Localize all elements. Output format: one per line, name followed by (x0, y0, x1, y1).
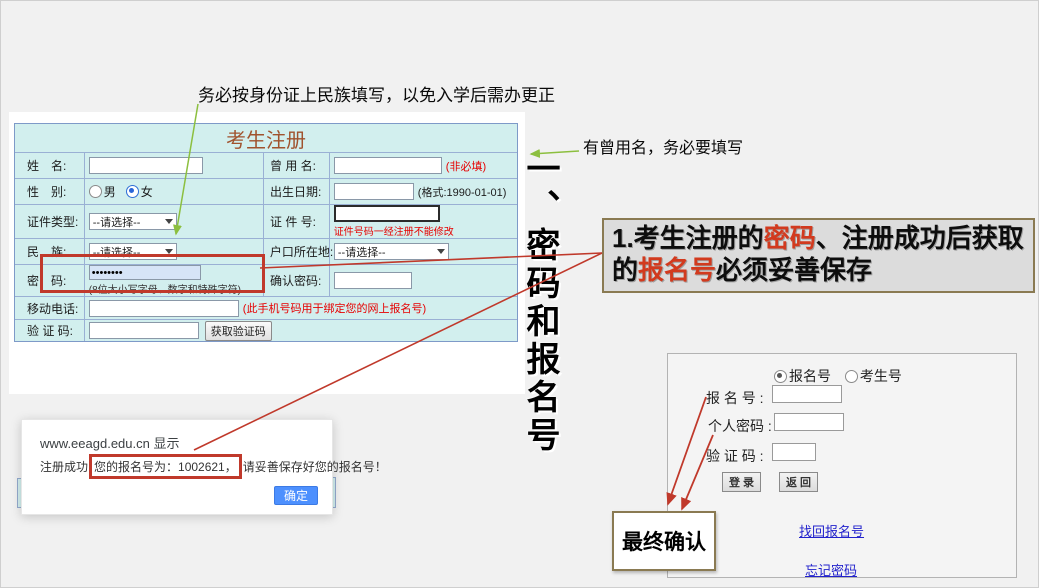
login-regno-label: 报 名 号 : (706, 388, 764, 408)
mobile-note: (此手机号码用于绑定您的网上报名号) (243, 300, 426, 316)
login-button[interactable]: 登 录 (722, 472, 761, 492)
callout-text: 必须妥善保存 (716, 255, 872, 285)
alert-dialog: www.eeagd.edu.cn 显示 注册成功您的报名号为：1002621，请… (21, 419, 333, 515)
alert-message-regno: 您的报名号为：1002621， (94, 460, 237, 474)
female-radio-label: 女 (141, 183, 153, 200)
hukou-select-value: --请选择-- (338, 244, 386, 260)
alert-dialog-title: www.eeagd.edu.cn 显示 (40, 433, 179, 452)
alert-message-prefix: 注册成功 (40, 460, 88, 474)
ethnicity-annotation: 务必按身份证上民族填写，以免入学后需办更正 (198, 81, 555, 106)
examno-radio-label: 考生号 (860, 368, 902, 384)
vertical-section-title: 一、密码和报名号 (523, 151, 557, 455)
final-confirm-box: 最终确认 (612, 511, 716, 571)
name-row: 姓 名: 曾 用 名: (非必填) (15, 152, 517, 178)
former-name-label: 曾 用 名: (263, 153, 329, 178)
login-captcha-label: 验 证 码 : (706, 446, 764, 466)
callout-text: 1.考生注册的 (612, 223, 764, 253)
get-captcha-button[interactable]: 获取验证码 (205, 321, 272, 341)
male-radio[interactable] (89, 185, 102, 198)
find-regno-link[interactable]: 找回报名号 (799, 521, 864, 540)
mobile-input[interactable] (89, 300, 239, 317)
regno-highlight-rect: 您的报名号为：1002621， (89, 454, 242, 479)
id-no-input[interactable] (334, 205, 440, 222)
login-password-input[interactable] (774, 413, 844, 431)
id-type-select[interactable]: --请选择-- (89, 213, 177, 230)
login-panel: 报名号 考生号 报 名 号 : 个人密码 : 验 证 码 : 登 录 返 回 找… (667, 353, 1017, 578)
mobile-label: 移动电话: (15, 297, 84, 319)
captcha-row: 验 证 码: 获取验证码 (15, 319, 517, 341)
login-regno-input[interactable] (772, 385, 842, 403)
alert-dialog-message: 注册成功您的报名号为：1002621， 请妥善保存好您的报名号！ (40, 454, 387, 479)
former-name-note: (非必填) (446, 158, 486, 174)
alert-message-suffix: 请妥善保存好您的报名号！ (243, 460, 387, 474)
callout-text-regno: 报名号 (638, 255, 716, 285)
former-name-input[interactable] (334, 157, 442, 174)
ok-button[interactable]: 确定 (274, 486, 318, 505)
id-type-label: 证件类型: (15, 205, 84, 238)
callout-text-password: 密码 (764, 223, 816, 253)
back-button[interactable]: 返 回 (779, 472, 818, 492)
name-label: 姓 名: (15, 153, 84, 178)
registration-form: 考生注册 姓 名: 曾 用 名: (非必填) 性 别: 男 女 出生日期: (格… (14, 123, 518, 342)
hukou-label: 户口所在地: (263, 239, 329, 264)
id-type-select-value: --请选择-- (93, 214, 141, 230)
id-no-note: 证件号码一经注册不能修改 (334, 223, 454, 238)
captcha-label: 验 证 码: (15, 320, 84, 341)
name-input[interactable] (89, 157, 203, 174)
chevron-down-icon (165, 219, 173, 224)
id-no-label: 证 件 号: (263, 205, 329, 238)
dob-input[interactable] (334, 183, 414, 200)
form-title: 考生注册 (15, 124, 517, 152)
login-captcha-input[interactable] (772, 443, 816, 461)
confirm-password-input[interactable] (334, 272, 412, 289)
gender-row: 性 别: 男 女 出生日期: (格式:1990-01-01) (15, 178, 517, 204)
gender-label: 性 别: (15, 179, 84, 204)
chevron-down-icon (437, 249, 445, 254)
examno-radio[interactable] (845, 370, 858, 383)
login-password-label: 个人密码 : (708, 416, 772, 436)
callout-box: 1.考生注册的密码、注册成功后获取的报名号必须妥善保存 (602, 218, 1035, 293)
female-radio[interactable] (126, 185, 139, 198)
captcha-input[interactable] (89, 322, 199, 339)
dob-format-note: (格式:1990-01-01) (418, 184, 507, 200)
dob-label: 出生日期: (263, 179, 329, 204)
forgot-password-link[interactable]: 忘记密码 (805, 560, 857, 579)
login-type-radios: 报名号 考生号 (774, 366, 912, 386)
former-name-annotation: 有曾用名，务必要填写 (583, 134, 743, 158)
hukou-select[interactable]: --请选择-- (334, 243, 449, 260)
male-radio-label: 男 (104, 183, 116, 200)
mobile-row: 移动电话: (此手机号码用于绑定您的网上报名号) (15, 296, 517, 319)
regno-radio-label: 报名号 (789, 368, 831, 384)
password-highlight-rect (40, 254, 265, 293)
tutorial-slide: 务必按身份证上民族填写，以免入学后需办更正 有曾用名，务必要填写 考生注册 姓 … (0, 0, 1039, 588)
confirm-password-label: 确认密码: (263, 265, 329, 296)
id-row: 证件类型: --请选择-- 证 件 号: 证件号码一经注册不能修改 (15, 204, 517, 238)
registration-panel: 考生注册 姓 名: 曾 用 名: (非必填) 性 别: 男 女 出生日期: (格… (9, 112, 525, 394)
regno-radio[interactable] (774, 370, 787, 383)
